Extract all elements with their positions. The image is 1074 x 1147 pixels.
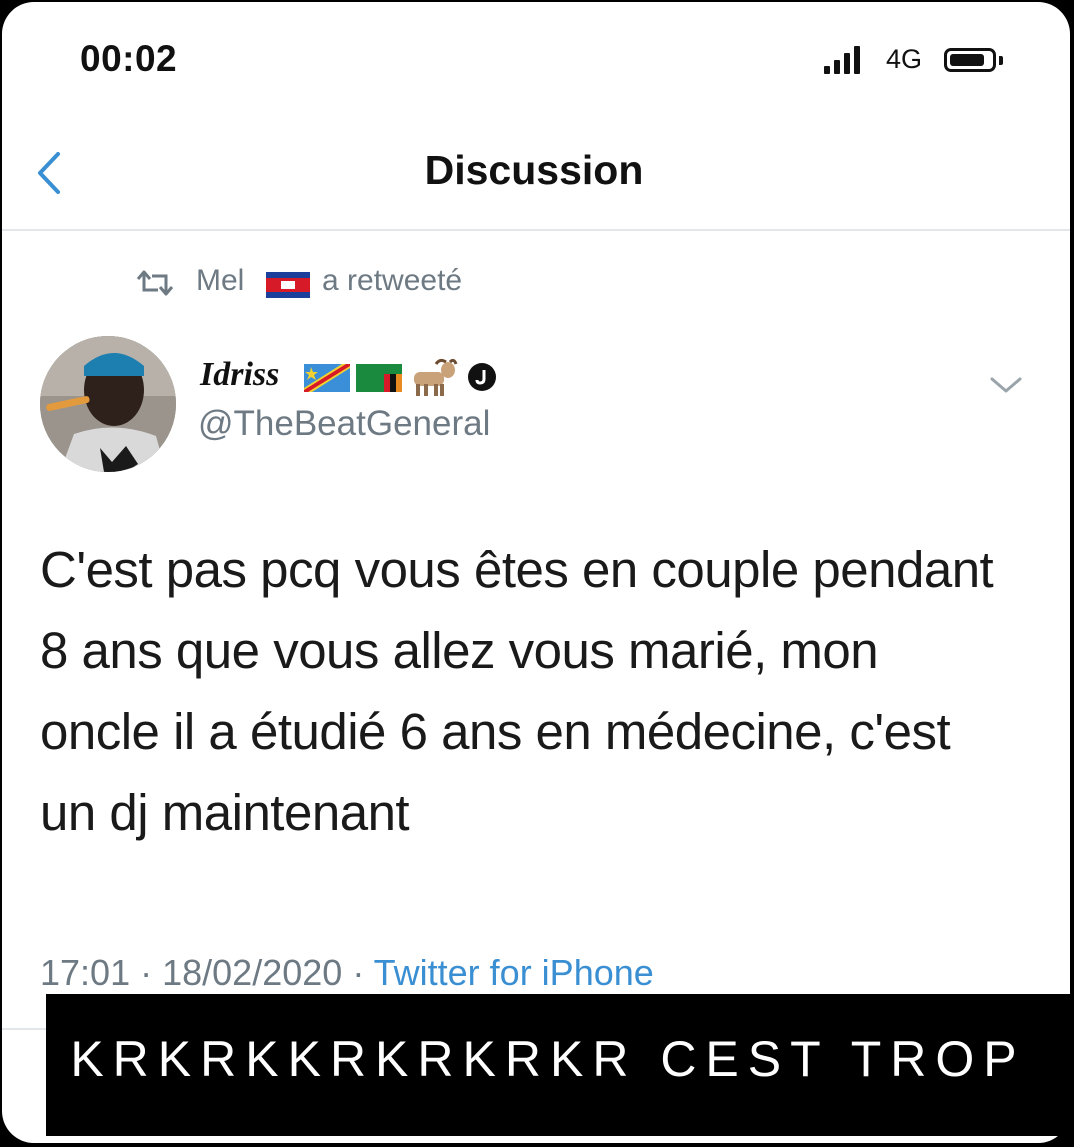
caption-banner: KRKRKKRKRKRKR CEST TROP: [46, 994, 1070, 1136]
tweet-source-link[interactable]: Twitter for iPhone: [374, 952, 654, 993]
tweet-time: 17:01: [40, 952, 131, 993]
flag-zambia-icon: [356, 364, 402, 392]
flag-cambodia-icon: [266, 272, 310, 298]
tweet-meta: 17:01 · 18/02/2020 · Twitter for iPhone: [40, 952, 654, 994]
author-name[interactable]: Idriss: [200, 356, 279, 394]
retweet-action-label: a retweeté: [322, 264, 463, 297]
verified-icon: [468, 363, 496, 391]
avatar[interactable]: [40, 336, 176, 472]
status-time: 00:02: [80, 38, 178, 79]
battery-level: [950, 54, 984, 66]
retweeter-name[interactable]: Mel: [196, 264, 244, 298]
network-label: 4G: [886, 44, 923, 74]
goat-icon: [414, 358, 458, 396]
battery-icon: [944, 48, 996, 72]
header-divider: [2, 229, 1070, 231]
chevron-down-icon[interactable]: [988, 374, 1024, 396]
battery-tip: [999, 56, 1003, 65]
author-handle[interactable]: @TheBeatGeneral: [198, 404, 490, 444]
meta-separator: ·: [352, 952, 374, 993]
flag-drc-icon: [304, 364, 350, 392]
divider: [2, 1028, 50, 1030]
page-title: Discussion: [424, 147, 644, 193]
avatar-photo: [40, 336, 176, 472]
tweet-text: C'est pas pcq vous êtes en couple pendan…: [40, 541, 994, 841]
retweet-icon: [136, 270, 174, 296]
meta-separator: ·: [140, 952, 163, 993]
phone-screen: 00:02 4G Discussion Mel a retweeté Idris…: [2, 2, 1070, 1143]
caption-text: KRKRKKRKRKRKR CEST TROP: [70, 1031, 1026, 1087]
tweet-date: 18/02/2020: [162, 952, 343, 993]
status-indicators: 4G: [824, 42, 1024, 82]
